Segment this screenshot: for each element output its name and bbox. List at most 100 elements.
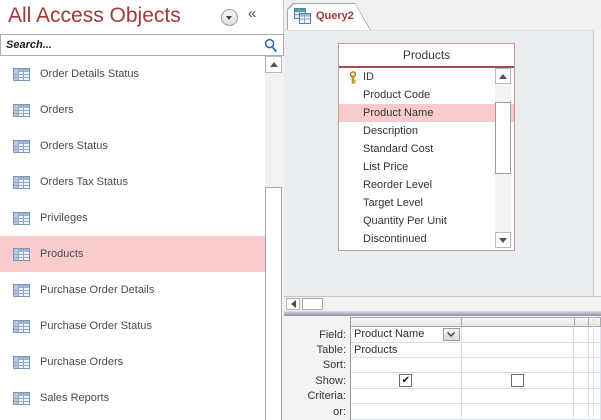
nav-item-label: Order Details Status [40, 68, 140, 80]
table-icon [13, 247, 30, 261]
criteria-cell[interactable] [461, 389, 575, 404]
sort-cell[interactable] [351, 358, 462, 373]
nav-item-label: Orders Status [40, 140, 108, 152]
grid-row-label: Show: [315, 375, 346, 387]
or-cell[interactable] [351, 404, 462, 420]
nav-item-label: Sales Reports [40, 392, 110, 404]
criteria-cell[interactable] [574, 389, 590, 404]
grid-row-label: Field: [319, 329, 346, 341]
field-list-item[interactable]: Reorder Level [339, 176, 514, 194]
field-list-item[interactable]: Description [339, 122, 514, 140]
field-name: List Price [363, 161, 409, 173]
field-list-item[interactable]: Target Level [339, 194, 514, 212]
sort-cell[interactable] [589, 358, 601, 373]
nav-item-label: Purchase Order Status [40, 320, 152, 332]
field-cell[interactable] [574, 327, 590, 343]
field-list-item[interactable]: Standard Cost [339, 140, 514, 158]
scroll-left-button[interactable] [286, 298, 300, 310]
diagram-horizontal-scrollbar[interactable] [284, 296, 601, 311]
tab-query2[interactable]: Query2 [287, 3, 371, 30]
table-cell[interactable] [461, 343, 575, 358]
field-list-item[interactable]: Quantity Per Unit [339, 212, 514, 230]
sort-cell[interactable] [461, 358, 575, 373]
table-icon [13, 211, 30, 225]
or-cell[interactable] [461, 404, 575, 420]
table-icon [13, 355, 30, 369]
grid-right-edge [593, 317, 594, 420]
table-icon [13, 175, 30, 189]
nav-scrollbar[interactable] [265, 56, 284, 420]
field-list-scrollbar-thumb[interactable] [495, 102, 511, 174]
table-cell[interactable] [574, 343, 590, 358]
nav-table-item[interactable]: Order Details Status [0, 56, 265, 92]
scroll-down-button[interactable] [495, 232, 511, 248]
show-checkbox-unchecked[interactable] [511, 374, 525, 387]
field-list-title[interactable]: Products [339, 44, 514, 68]
criteria-cell[interactable] [589, 389, 601, 404]
sort-cell[interactable] [574, 358, 590, 373]
query-grid-pane: Field: Table: Sort: Show: Criteria: or: Produ… [284, 316, 601, 420]
diagram-vertical-scrollbar[interactable] [593, 30, 601, 311]
nav-table-item[interactable]: Purchase Order Status [0, 308, 265, 344]
field-cell[interactable] [461, 327, 575, 343]
field-list-item[interactable]: List Price [339, 158, 514, 176]
nav-table-item[interactable]: Orders Tax Status [0, 164, 265, 200]
nav-table-item[interactable]: Orders [0, 92, 265, 128]
field-cell[interactable] [589, 327, 601, 343]
nav-table-item[interactable]: Sales Reports [0, 380, 265, 416]
table-cell[interactable] [589, 343, 601, 358]
grid-row-sort [351, 358, 601, 373]
or-cell[interactable] [574, 404, 590, 420]
field-name: Target Level [363, 197, 423, 209]
field-name: Standard Cost [363, 143, 434, 155]
shutter-bar-collapse-button[interactable]: « [248, 5, 256, 22]
field-list-scrollbar[interactable] [495, 68, 511, 248]
navigation-pane: All Access Objects « Search... Order Det… [0, 0, 284, 420]
show-cell[interactable] [574, 373, 590, 389]
nav-item-label: Orders [40, 104, 74, 116]
chevron-down-icon [447, 332, 456, 337]
or-cell[interactable] [589, 404, 601, 420]
show-checkbox-checked[interactable]: ✔ [399, 374, 413, 387]
field-list-item[interactable]: Discontinued [339, 230, 514, 248]
field-list-item[interactable]: Product Name [339, 104, 514, 122]
column-header[interactable] [589, 317, 601, 327]
show-cell: ✔ [351, 373, 462, 389]
show-cell[interactable] [589, 373, 601, 389]
nav-table-item[interactable]: Purchase Orders [0, 344, 265, 380]
scroll-up-button[interactable] [265, 56, 282, 73]
search-input[interactable]: Search... [0, 34, 284, 56]
triangle-down-icon [499, 237, 507, 243]
query-grid: Product Name Products ✔ [350, 317, 601, 420]
document-tab-bar: Query2 [284, 0, 601, 30]
nav-item-label: Privileges [40, 212, 88, 224]
nav-item-label: Orders Tax Status [40, 176, 128, 188]
nav-table-item[interactable]: Products [0, 236, 265, 272]
nav-pane-title: All Access Objects [8, 4, 181, 27]
nav-table-item[interactable]: Privileges [0, 200, 265, 236]
column-header[interactable] [574, 317, 590, 327]
show-cell [461, 373, 575, 389]
horizontal-scrollbar-thumb[interactable] [302, 298, 323, 310]
tab-label: Query2 [316, 10, 354, 22]
field-cell[interactable]: Product Name [351, 327, 462, 343]
table-cell[interactable]: Products [351, 343, 462, 358]
criteria-cell[interactable] [351, 389, 462, 404]
field-dropdown-button[interactable] [442, 328, 460, 341]
nav-table-item[interactable]: Purchase Order Details [0, 272, 265, 308]
scroll-up-button[interactable] [495, 68, 511, 84]
field-list-item[interactable]: Product Code [339, 86, 514, 104]
column-header[interactable] [461, 317, 575, 327]
search-icon[interactable] [264, 38, 278, 58]
column-header[interactable] [351, 317, 462, 327]
field-list-item[interactable]: ID [339, 68, 514, 86]
grid-row-labels: Field: Table: Sort: Show: Criteria: or: [284, 327, 346, 420]
nav-table-item[interactable]: Orders Status [0, 128, 265, 164]
grid-row-show: ✔ [351, 373, 601, 389]
field-list-products[interactable]: Products ID Product Code Product Name De… [338, 43, 515, 251]
nav-menu-dropdown-button[interactable] [221, 9, 238, 26]
table-icon [13, 67, 30, 81]
field-name: Discontinued [363, 233, 427, 245]
grid-row-table: Products [351, 343, 601, 358]
nav-scrollbar-thumb[interactable] [265, 187, 282, 420]
